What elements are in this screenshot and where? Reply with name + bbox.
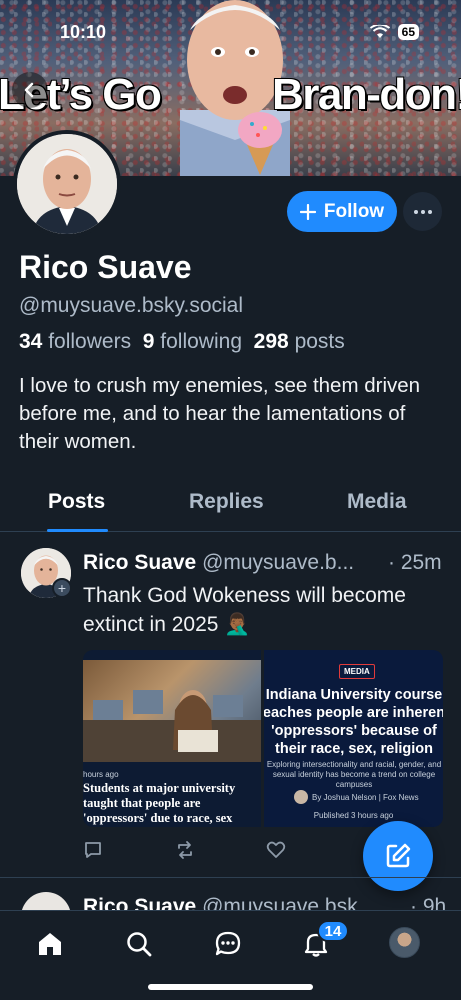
right-image-author-text: By Joshua Nelson | Fox News [312,792,419,802]
followers-link[interactable]: 34 followers [19,330,131,353]
post-image-right[interactable]: MEDIA Indiana University course teaches … [264,650,443,827]
status-icons: 65 [369,24,419,40]
plus-icon [299,203,316,220]
profile-avatar-image [17,134,117,234]
like-icon[interactable] [266,840,286,860]
post-timestamp[interactable]: · 25m [386,551,442,575]
arrow-left-icon [24,82,34,98]
battery-indicator: 65 [397,24,419,40]
following-link[interactable]: 9 following [143,330,242,353]
wifi-icon [369,25,390,38]
classroom-photo [83,660,261,762]
compose-button[interactable] [363,821,433,891]
left-image-time: hours ago [83,770,119,779]
follow-button[interactable]: Follow [287,191,397,232]
posts-label: posts [294,330,345,353]
right-image-published: Published 3 hours ago [313,811,394,820]
posts-count: 298 [253,330,289,353]
search-icon [127,932,152,957]
follow-plus-icon[interactable]: + [52,578,72,598]
home-icon [39,933,61,955]
nav-chat[interactable] [213,929,243,959]
nav-home[interactable] [35,929,65,959]
follow-button-label: Follow [323,200,385,222]
active-tab-indicator [47,529,108,532]
right-image-headline: Indiana University course teaches people… [264,687,443,757]
post-divider [0,877,461,878]
post-actions [83,840,383,862]
profile-stats: 34 followers 9 following 298 posts [19,330,345,354]
tab-posts[interactable]: Posts [48,490,105,514]
nav-search[interactable] [124,929,154,959]
profile-avatar[interactable] [13,130,121,238]
profile-display-name: Rico Suave [19,249,192,285]
post-author-name[interactable]: Rico Suave [83,551,196,574]
tab-replies[interactable]: Replies [189,490,264,514]
home-indicator [148,984,313,990]
chat-icon [215,931,241,956]
tab-media[interactable]: Media [347,490,407,514]
author-avatar-icon [294,790,308,804]
ellipsis-icon [413,209,432,214]
posts-stat: 298 posts [254,330,345,353]
repost-icon[interactable] [175,840,195,860]
profile-tabs: Posts Replies Media [0,478,461,532]
profile-handle: @muysuave.bsky.social [19,294,244,317]
banner-text-right: Bran-don! [272,70,461,119]
right-image-subtitle: Exploring intersectionality and racial, … [266,760,442,789]
following-count: 9 [142,330,155,353]
status-time: 10:10 [60,22,107,42]
notifications-badge: 14 [317,920,349,942]
back-button[interactable] [12,72,48,108]
post-text: Thank God Wokeness will become extinct i… [83,584,406,636]
right-image-author: By Joshua Nelson | Fox News [294,790,419,804]
reply-icon[interactable] [83,840,103,860]
post-author-handle[interactable]: @muysuave.b... [202,551,354,574]
followers-count: 34 [19,330,43,353]
left-image-caption: Students at major university taught that… [83,781,236,825]
following-label: following [160,330,242,353]
followers-label: followers [48,330,132,353]
profile-bio: I love to crush my enemies, see them dri… [19,374,421,453]
compose-icon [386,843,411,868]
more-options-button[interactable] [403,192,442,231]
post-image-left[interactable]: hours ago Students at major university t… [83,650,261,827]
media-badge: MEDIA [339,664,375,679]
nav-profile-avatar[interactable] [389,927,420,958]
